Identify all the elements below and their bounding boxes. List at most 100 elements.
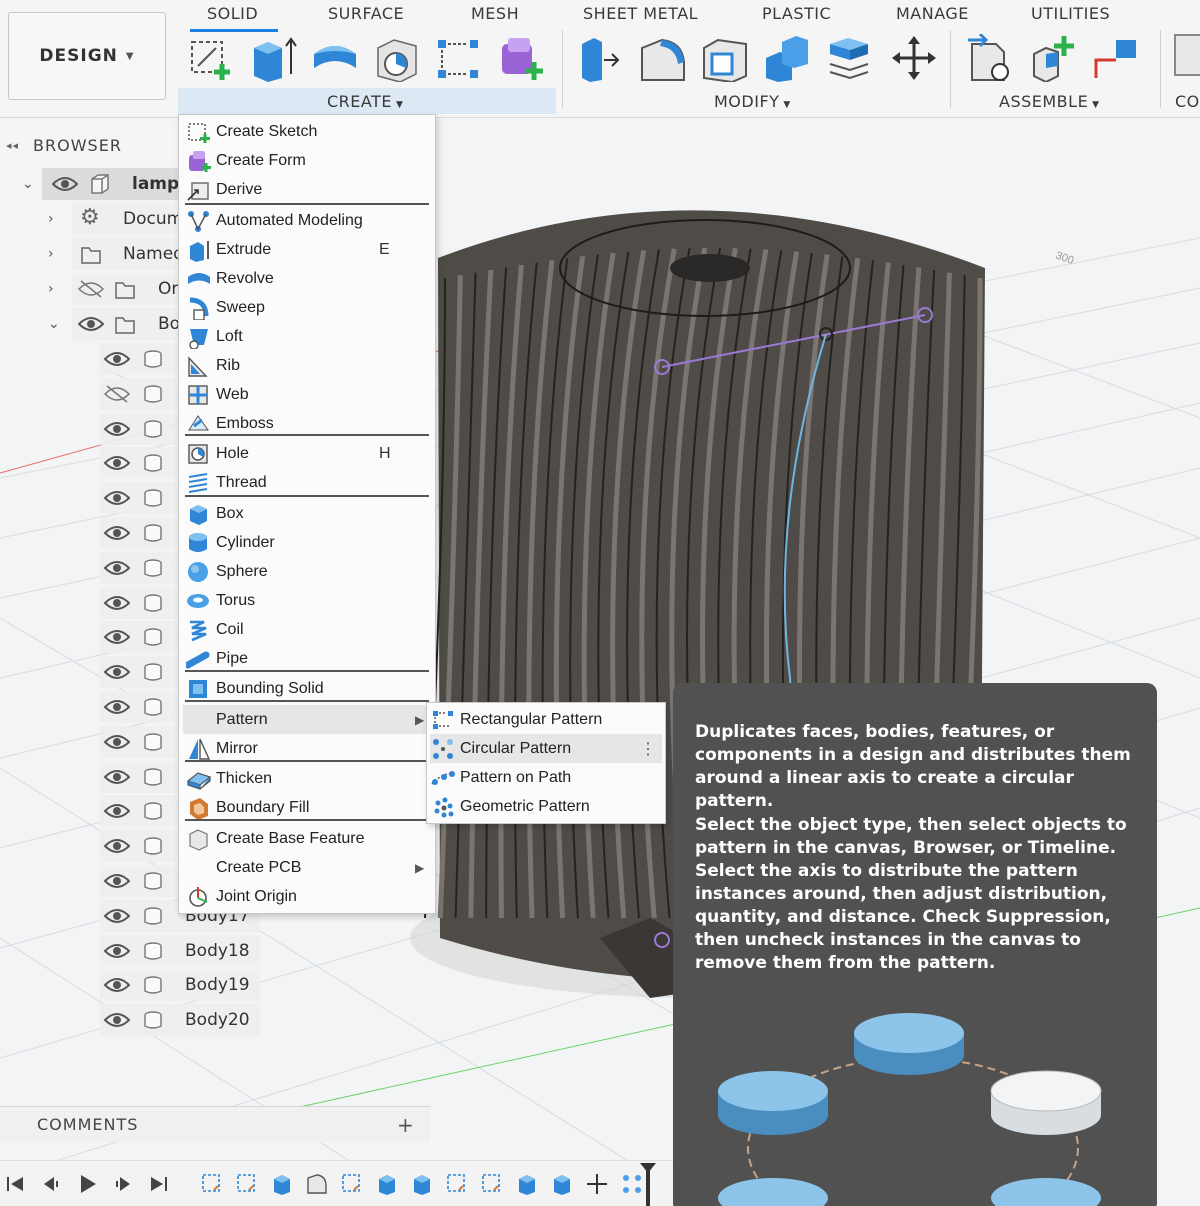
menu-item-circular-pattern[interactable]: Circular Pattern ⋮ — [430, 734, 662, 763]
visibility-eye-icon[interactable] — [104, 976, 130, 994]
browser-item-named-views[interactable]: › Named — [0, 238, 184, 270]
modify-dropdown-button[interactable]: MODIFY ▼ — [714, 92, 791, 111]
timeline-extrude-feature[interactable] — [270, 1172, 294, 1196]
browser-body-row[interactable]: Body19 — [0, 969, 260, 1002]
tab-surface[interactable]: SURFACE — [328, 4, 404, 23]
construct-plane-icon[interactable] — [1174, 34, 1200, 76]
menu-item-thread[interactable]: Thread — [183, 468, 431, 497]
combine-icon[interactable] — [762, 34, 812, 82]
revolve-icon[interactable] — [310, 34, 360, 82]
menu-item-pattern[interactable]: Pattern ▶ — [183, 705, 431, 734]
timeline-marker-head[interactable] — [640, 1163, 656, 1173]
visibility-eye-icon[interactable] — [104, 663, 130, 681]
menu-item-rib[interactable]: Rib — [183, 351, 431, 380]
browser-item-origin[interactable]: › Or — [0, 273, 178, 305]
browser-root-row[interactable]: ⌄ lamp — [0, 168, 179, 200]
tab-plastic[interactable]: PLASTIC — [762, 4, 831, 23]
visibility-eye-icon[interactable] — [104, 698, 130, 716]
go-to-end-icon[interactable] — [148, 1173, 170, 1195]
timeline-pattern-feature[interactable] — [620, 1172, 644, 1196]
menu-item-hole[interactable]: Hole H — [183, 439, 431, 468]
rectangular-pattern-icon[interactable] — [434, 34, 484, 82]
menu-item-pipe[interactable]: Pipe — [183, 644, 431, 673]
tab-sheet-metal[interactable]: SHEET METAL — [583, 4, 698, 23]
menu-item-create-base-feature[interactable]: Create Base Feature — [183, 824, 431, 853]
menu-item-loft[interactable]: Loft — [183, 322, 431, 351]
timeline-extrude-feature[interactable] — [550, 1172, 574, 1196]
menu-item-create-sketch[interactable]: Create Sketch — [183, 117, 431, 146]
visibility-eye-icon[interactable] — [104, 489, 130, 507]
more-options-icon[interactable]: ⋮ — [640, 739, 656, 759]
chevron-down-icon[interactable]: ⌄ — [22, 176, 34, 192]
extrude-icon[interactable] — [248, 34, 298, 82]
hidden-eye-icon[interactable] — [104, 385, 130, 403]
visibility-eye-icon[interactable] — [104, 1011, 130, 1029]
tab-manage[interactable]: MANAGE — [896, 4, 969, 23]
visibility-eye-icon[interactable] — [104, 350, 130, 368]
create-dropdown-button[interactable]: CREATE ▼ — [327, 92, 403, 111]
menu-item-thicken[interactable]: Thicken — [183, 764, 431, 793]
visibility-eye-icon[interactable] — [104, 837, 130, 855]
visibility-eye-icon[interactable] — [104, 802, 130, 820]
replace-face-icon[interactable] — [824, 34, 874, 82]
timeline-extrude-feature[interactable] — [515, 1172, 539, 1196]
move-icon[interactable] — [886, 34, 936, 82]
workspace-switcher-button[interactable]: DESIGN ▼ — [8, 12, 166, 100]
menu-item-create-pcb[interactable]: Create PCB ▶ — [183, 853, 431, 882]
menu-item-geometric-pattern[interactable]: Geometric Pattern — [430, 792, 662, 821]
chevron-right-icon[interactable]: › — [48, 281, 54, 297]
shell-icon[interactable] — [700, 34, 750, 82]
visibility-eye-icon[interactable] — [104, 942, 130, 960]
menu-item-sphere[interactable]: Sphere — [183, 557, 431, 586]
visibility-eye-icon[interactable] — [104, 733, 130, 751]
menu-item-rectangular-pattern[interactable]: Rectangular Pattern — [430, 705, 662, 734]
chevron-right-icon[interactable]: › — [48, 246, 54, 262]
timeline-sketch-feature[interactable] — [200, 1172, 224, 1196]
browser-item-bodies[interactable]: ⌄ Bo — [0, 308, 180, 340]
menu-item-coil[interactable]: Coil — [183, 615, 431, 644]
menu-item-automated-modeling[interactable]: Automated Modeling — [183, 206, 431, 235]
menu-item-torus[interactable]: Torus — [183, 586, 431, 615]
assemble-dropdown-button[interactable]: ASSEMBLE ▼ — [999, 92, 1100, 111]
visibility-eye-icon[interactable] — [52, 175, 78, 193]
hole-icon[interactable] — [372, 34, 422, 82]
browser-body-row[interactable]: Body20 — [0, 1004, 260, 1037]
browser-body-row[interactable]: Body18 — [0, 934, 260, 967]
visibility-eye-icon[interactable] — [104, 768, 130, 786]
tab-mesh[interactable]: MESH — [471, 4, 519, 23]
create-sketch-icon[interactable] — [186, 34, 236, 82]
browser-item-document-settings[interactable]: › ⚙ Docum — [0, 203, 183, 235]
new-component-icon[interactable] — [966, 34, 1016, 82]
visibility-eye-icon[interactable] — [104, 628, 130, 646]
chevron-right-icon[interactable]: › — [48, 211, 54, 227]
go-to-start-icon[interactable] — [4, 1173, 26, 1195]
menu-item-mirror[interactable]: Mirror — [183, 734, 431, 763]
timeline-sketch-feature[interactable] — [480, 1172, 504, 1196]
visibility-eye-icon[interactable] — [104, 454, 130, 472]
timeline-extrude-feature[interactable] — [375, 1172, 399, 1196]
timeline-sketch-feature[interactable] — [235, 1172, 259, 1196]
visibility-eye-icon[interactable] — [104, 872, 130, 890]
menu-item-sweep[interactable]: Sweep — [183, 293, 431, 322]
hidden-eye-icon[interactable] — [78, 280, 104, 298]
menu-item-joint-origin[interactable]: Joint Origin — [183, 882, 431, 911]
construct-dropdown-button[interactable]: CO — [1175, 92, 1200, 111]
menu-item-cylinder[interactable]: Cylinder — [183, 528, 431, 557]
menu-item-derive[interactable]: Derive — [183, 175, 431, 204]
timeline-extrude-feature[interactable] — [410, 1172, 434, 1196]
visibility-eye-icon[interactable] — [104, 594, 130, 612]
step-forward-icon[interactable] — [112, 1173, 134, 1195]
menu-item-create-form[interactable]: Create Form — [183, 146, 431, 175]
timeline-fillet-feature[interactable] — [305, 1172, 329, 1196]
joint-icon[interactable] — [1028, 34, 1078, 82]
press-pull-icon[interactable] — [576, 34, 626, 82]
timeline-sketch-feature[interactable] — [445, 1172, 469, 1196]
play-icon[interactable] — [76, 1173, 98, 1195]
add-comment-button[interactable]: + — [397, 1113, 415, 1137]
tab-utilities[interactable]: UTILITIES — [1031, 4, 1110, 23]
visibility-eye-icon[interactable] — [104, 907, 130, 925]
fillet-icon[interactable] — [638, 34, 688, 82]
timeline-sketch-feature[interactable] — [340, 1172, 364, 1196]
chevron-down-icon[interactable]: ⌄ — [48, 316, 60, 332]
tab-solid[interactable]: SOLID — [207, 4, 258, 23]
